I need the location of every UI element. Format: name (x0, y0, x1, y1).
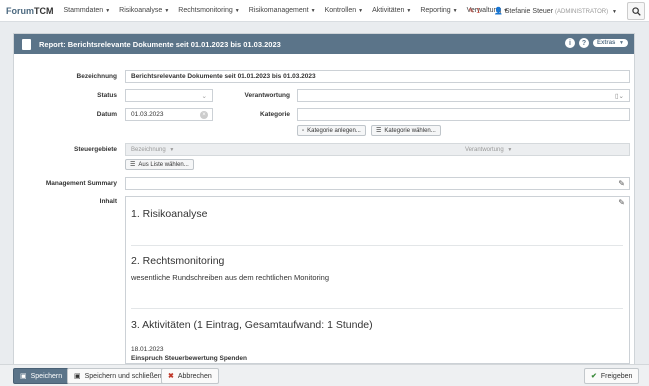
aus-liste-waehlen-button[interactable]: ☰ Aus Liste wählen... (125, 159, 194, 170)
footer-toolbar: ▣ Speichern ▣ Speichern und schließen ✖ Abb… (0, 364, 649, 386)
save-button[interactable]: ▣ Speichern (13, 368, 70, 384)
caret-down-icon: ▼ (452, 8, 458, 14)
list-icon: ☰ (376, 128, 382, 134)
bezeichnung-label: Bezeichnung (76, 73, 117, 80)
check-icon: ✔ (591, 373, 597, 380)
save-close-button[interactable]: ▣ Speichern und schließen (67, 368, 169, 384)
app-logo[interactable]: ForumTCM (6, 6, 54, 16)
kategorie-label: Kategorie (260, 111, 290, 118)
section-text: wesentliche Rundschreiben aus dem rechtl… (131, 273, 330, 282)
management-summary-field[interactable]: ✎ (125, 177, 630, 190)
management-summary-label: Management Summary (45, 180, 117, 187)
user-menu[interactable]: 👤 Stefanie Steuer (ADMINISTRATOR) ▼ (494, 7, 617, 15)
menu-kontrollen[interactable]: Kontrollen ▼ (325, 7, 363, 14)
caret-down-icon: ▼ (612, 9, 617, 15)
panel-header: Report: Berichtsrelevante Dokumente seit… (14, 34, 634, 54)
panel-title: Report: Berichtsrelevante Dokumente seit… (39, 39, 281, 49)
pencil-icon: ✎ (468, 8, 475, 15)
section-heading: 2. Rechtsmonitoring (131, 255, 225, 267)
save-close-icon: ▣ (74, 373, 81, 380)
verantwortung-label: Verantwortung (244, 92, 290, 99)
main-menu: Stammdaten ▼ Risikoanalyse ▼ Rechtsmonitor… (64, 7, 518, 14)
verantwortung-select[interactable]: ▯⌄ (297, 89, 630, 102)
status-label: Status (97, 92, 117, 99)
person-chevron-icon: ▯⌄ (614, 92, 624, 100)
edit-icon[interactable]: ✎ (618, 179, 625, 188)
new-document-icon: ▫ (302, 127, 305, 134)
caret-down-icon: ▼ (234, 8, 240, 14)
menu-aktivitaeten[interactable]: Aktivitäten ▼ (372, 7, 411, 14)
kategorie-waehlen-button[interactable]: ☰ Kategorie wählen... (371, 125, 441, 136)
inhalt-editor[interactable]: ✎ 1. Risikoanalyse 2. Rechtsmonitoring w… (125, 196, 630, 364)
clear-icon[interactable]: × (200, 110, 208, 119)
caret-down-icon: ▼ (358, 8, 364, 14)
save-icon: ▣ (20, 373, 27, 380)
list-icon: ☰ (130, 162, 136, 168)
menu-reporting[interactable]: Reporting ▼ (420, 7, 457, 14)
menu-stammdaten[interactable]: Stammdaten ▼ (64, 7, 111, 14)
open-edits-indicator[interactable]: ✎ 1 (468, 7, 480, 16)
entry-title: Einspruch Steuerbewertung Spenden (131, 355, 247, 362)
sort-icon: ▼ (507, 147, 513, 153)
kategorie-anlegen-button[interactable]: ▫ Kategorie anlegen... (297, 125, 366, 136)
column-verantwortung[interactable]: Verantwortung ▼ (465, 147, 512, 153)
section-divider (131, 245, 623, 246)
info-button[interactable]: i (565, 38, 576, 48)
help-button[interactable]: ? (579, 38, 590, 48)
chevron-down-icon: ⌄ (201, 92, 207, 100)
kategorie-field[interactable] (297, 108, 630, 121)
caret-down-icon: ▼ (105, 8, 111, 14)
release-button[interactable]: ✔ Freigeben (584, 368, 640, 384)
entry-date: 18.01.2023 (131, 346, 164, 353)
cancel-button[interactable]: ✖ Abbrechen (161, 368, 219, 384)
column-bezeichnung[interactable]: Bezeichnung ▼ (131, 147, 174, 153)
caret-down-icon: ▼ (310, 8, 316, 14)
caret-down-icon: ▼ (406, 8, 412, 14)
menu-risikomanagement[interactable]: Risikomanagement ▼ (249, 7, 316, 14)
bezeichnung-field[interactable]: Berichtsrelevante Dokumente seit 01.01.2… (125, 70, 630, 83)
top-navbar: ForumTCM Stammdaten ▼ Risikoanalyse ▼ Rech… (0, 0, 649, 22)
search-button[interactable] (627, 2, 645, 20)
search-icon (631, 6, 641, 16)
status-select[interactable]: ⌄ (125, 89, 213, 102)
steuergebiete-label: Steuergebiete (74, 146, 117, 153)
extras-dropdown[interactable]: Extras ▼ (593, 39, 628, 47)
edit-icon[interactable]: ✎ (618, 198, 625, 207)
section-divider (131, 308, 623, 309)
user-icon: 👤 (494, 8, 503, 15)
menu-risikoanalyse[interactable]: Risikoanalyse ▼ (119, 7, 169, 14)
caret-down-icon: ▼ (164, 8, 170, 14)
datum-field[interactable]: 01.03.2023 × (125, 108, 213, 121)
document-icon (22, 38, 31, 50)
datum-label: Datum (96, 111, 117, 118)
steuergebiete-grid-header: Bezeichnung ▼ Verantwortung ▼ (125, 143, 630, 156)
menu-rechtsmonitoring[interactable]: Rechtsmonitoring ▼ (178, 7, 239, 14)
sort-icon: ▼ (169, 147, 175, 153)
section-heading: 3. Aktivitäten (1 Eintrag, Gesamtaufwand… (131, 319, 373, 331)
close-icon: ✖ (168, 373, 174, 380)
section-heading: 1. Risikoanalyse (131, 208, 208, 220)
caret-down-icon: ▼ (619, 40, 624, 46)
inhalt-label: Inhalt (99, 198, 117, 205)
